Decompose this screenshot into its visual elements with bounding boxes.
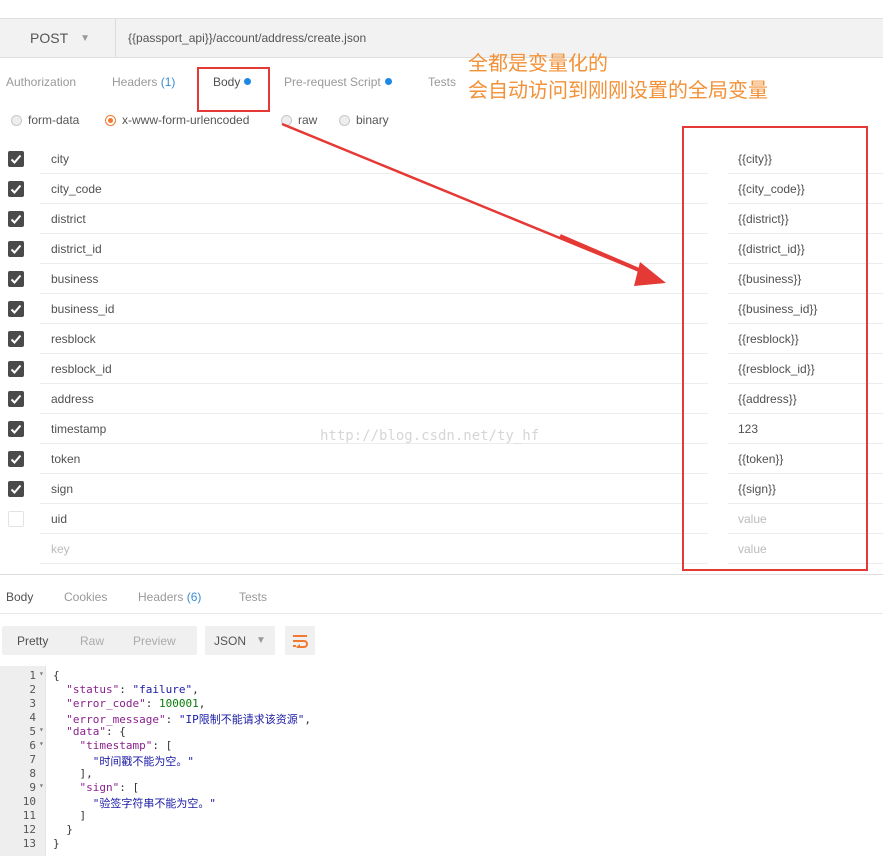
code-text: "error_code": 100001, (53, 697, 205, 710)
response-tab-headers[interactable]: Headers (6) (138, 590, 201, 604)
code-text: { (53, 669, 60, 682)
code-token: : [ (152, 739, 173, 752)
format-select[interactable]: JSON ▼ (205, 626, 275, 655)
code-token: : (145, 697, 159, 710)
code-line: 4 "error_message": "IP限制不能请求该资源", (0, 711, 883, 726)
fold-toggle-icon[interactable]: ▾ (39, 669, 44, 678)
tab-label: Cookies (64, 590, 108, 604)
response-tab-cookies[interactable]: Cookies (64, 590, 107, 604)
code-token: 100001 (158, 697, 199, 710)
response-code-viewer: 1 ▾{2 "status": "failure", 3 "error_code":… (0, 666, 883, 856)
view-preview-button[interactable]: Preview (133, 634, 176, 648)
tab-label: Body (6, 590, 34, 604)
code-token: , (198, 697, 206, 710)
code-line: 10 "验签字符串不能为空。" (0, 795, 883, 810)
response-view-bar: Pretty Raw Preview JSON ▼ (0, 626, 883, 658)
code-line: 3 "error_code": 100001, (0, 697, 883, 711)
response-tabs: Body Cookies Headers (6) Tests (0, 576, 883, 614)
code-token: : { (106, 725, 126, 738)
wrap-lines-icon (293, 634, 308, 648)
code-token: "failure" (132, 683, 193, 696)
line-number: 11 (22, 809, 36, 822)
code-line: 7 "时间戳不能为空。" (0, 753, 883, 768)
code-token: : [ (119, 781, 140, 794)
view-pretty-button[interactable]: Pretty (17, 634, 48, 648)
code-token: ], (53, 767, 93, 780)
code-text: "sign": [ (53, 781, 140, 794)
code-text: "timestamp": [ (53, 739, 173, 752)
code-text: ] (53, 809, 86, 822)
line-number: 8 (29, 767, 36, 780)
code-line: 2 "status": "failure", (0, 683, 883, 697)
code-token: : (119, 683, 133, 696)
code-line: 13} (0, 837, 883, 851)
response-tab-body[interactable]: Body (6, 590, 33, 604)
code-token: , (192, 683, 199, 696)
line-number: 1 (29, 669, 36, 682)
line-number: 5 (29, 725, 36, 738)
wrap-lines-button[interactable] (285, 626, 315, 655)
line-number: 12 (22, 823, 36, 836)
code-line: 5 ▾ "data": { (0, 725, 883, 739)
code-line: 11 ] (0, 809, 883, 823)
code-token: "error_code" (66, 697, 146, 710)
fold-toggle-icon[interactable]: ▾ (39, 739, 44, 748)
line-number: 6 (29, 739, 36, 752)
fold-toggle-icon[interactable]: ▾ (39, 781, 44, 790)
line-number: 10 (22, 795, 36, 808)
code-line: 6 ▾ "timestamp": [ (0, 739, 883, 753)
chevron-down-icon: ▼ (256, 635, 266, 646)
line-number: 4 (29, 711, 36, 724)
code-text: "data": { (53, 725, 126, 738)
line-number: 3 (29, 697, 36, 710)
line-number: 13 (22, 837, 36, 850)
code-token: { (53, 669, 60, 682)
tab-label: Tests (239, 590, 268, 604)
tab-count: (6) (183, 590, 202, 604)
tab-label: Headers (138, 590, 184, 604)
code-token: ] (53, 809, 87, 822)
code-line: 1 ▾ { (0, 669, 883, 683)
fold-toggle-icon[interactable]: ▾ (39, 725, 44, 734)
line-number: 7 (29, 753, 36, 766)
view-mode-group: Pretty Raw Preview (2, 626, 197, 655)
line-number: 2 (29, 683, 36, 696)
code-token: } (53, 837, 60, 850)
view-raw-button[interactable]: Raw (80, 634, 104, 648)
code-token: } (53, 823, 73, 836)
format-label: JSON (214, 633, 247, 648)
code-line: 9 ▾ "sign": [ (0, 781, 883, 795)
code-token: "status" (66, 683, 120, 696)
section-divider (0, 574, 883, 575)
response-tab-tests[interactable]: Tests (239, 590, 267, 604)
code-token: "timestamp" (79, 739, 153, 752)
code-token: "sign" (79, 781, 120, 794)
code-token: "data" (66, 725, 106, 738)
line-number: 9 (29, 781, 36, 794)
code-text: } (53, 837, 60, 850)
code-text: ], (53, 767, 93, 780)
code-line: 8 ], (0, 767, 883, 781)
code-line: 12 } (0, 823, 883, 837)
code-text: } (53, 823, 73, 836)
code-text: "status": "failure", (53, 683, 199, 696)
